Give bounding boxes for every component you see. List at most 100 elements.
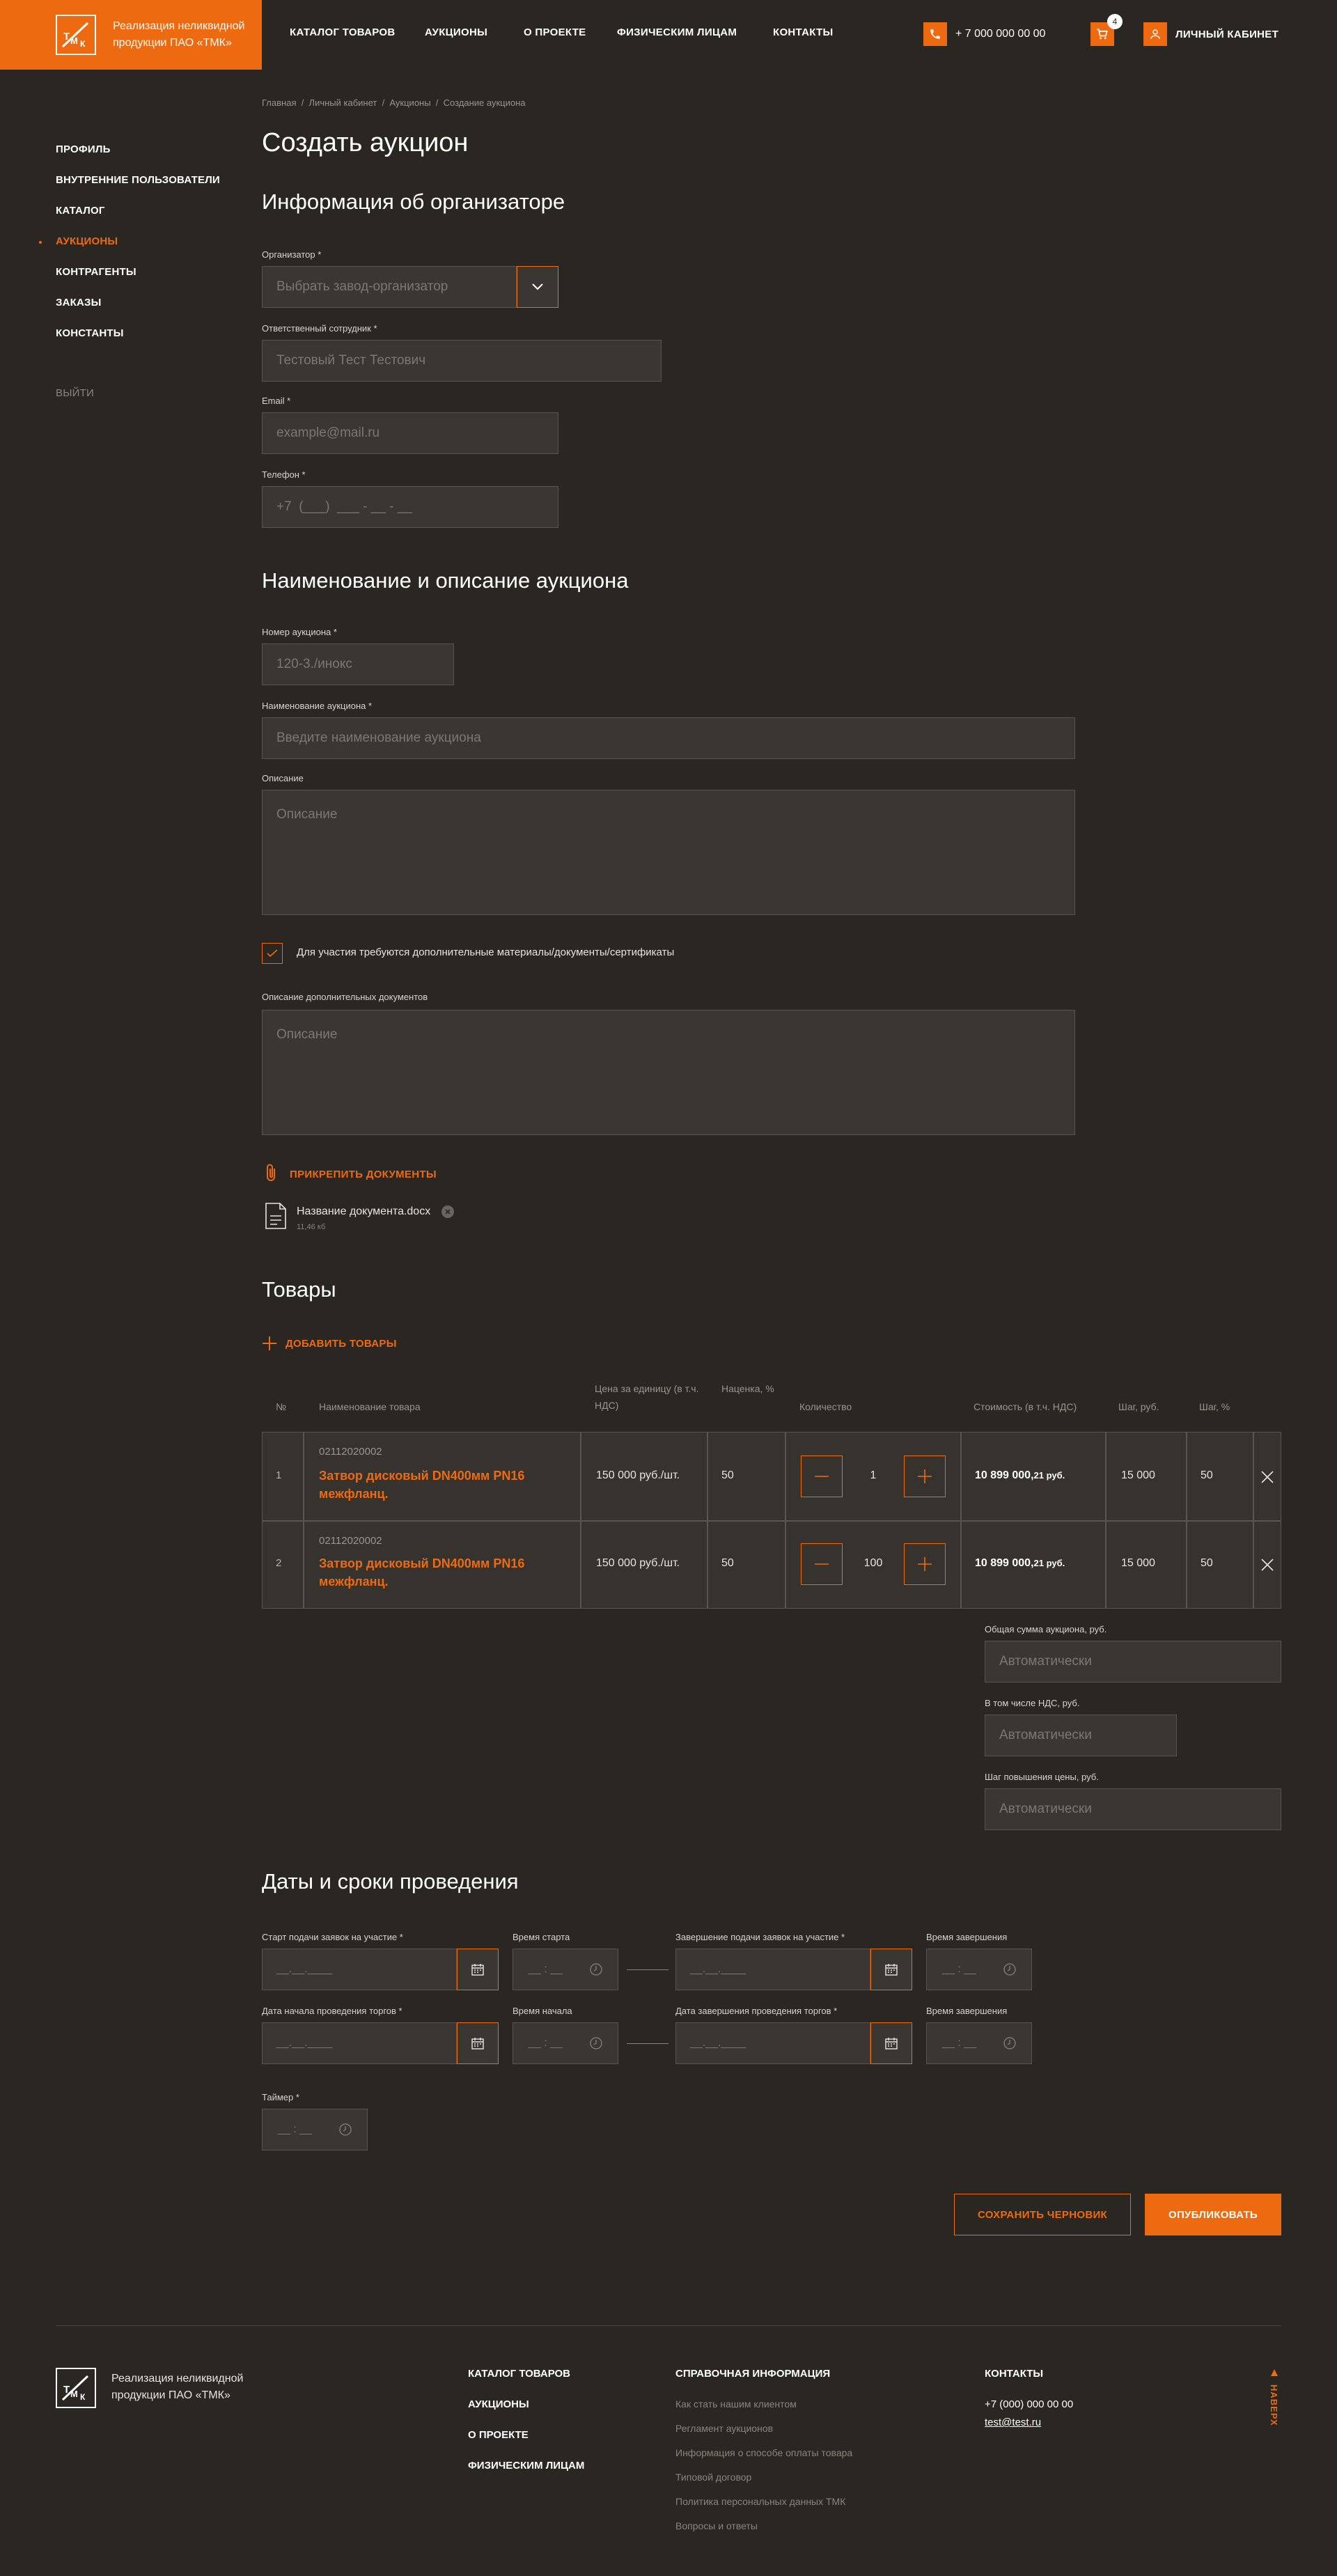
footer-contacts-title: КОНТАКТЫ — [985, 2368, 1044, 2380]
trade-end-label: Дата завершения проведения торгов * — [675, 2006, 838, 2016]
col-markup: Наценка, % — [721, 1383, 774, 1394]
sidebar-item-profile[interactable]: ПРОФИЛЬ — [56, 143, 111, 155]
end-apps-date-input[interactable]: __.__.____ — [675, 1949, 870, 1990]
dates-section-title: Даты и сроки проведения — [262, 1869, 519, 1894]
footer-nav-individuals[interactable]: ФИЗИЧЕСКИМ ЛИЦАМ — [468, 2460, 584, 2472]
calendar-icon[interactable] — [457, 2022, 499, 2064]
logo[interactable]: ТМК Реализация неликвидной продукции ПАО… — [0, 0, 262, 70]
start-time-label: Время старта — [513, 1932, 570, 1942]
calendar-icon[interactable] — [870, 1949, 912, 1990]
footer-info-link[interactable]: Вопросы и ответы — [675, 2520, 758, 2531]
svg-text:М: М — [70, 2389, 78, 2399]
row-qty[interactable]: 1 — [844, 1469, 902, 1482]
trade-start-date-input[interactable]: __.__.____ — [262, 2022, 457, 2064]
row-step-pct: 50 — [1201, 1469, 1213, 1481]
calendar-icon[interactable] — [870, 2022, 912, 2064]
tmk-logo-icon: ТМК — [56, 15, 96, 55]
trade-start-label: Дата начала проведения торгов * — [262, 2006, 402, 2016]
user-icon[interactable] — [1143, 22, 1167, 46]
file-name[interactable]: Название документа.docx — [297, 1205, 430, 1218]
logout-link[interactable]: ВЫЙТИ — [56, 387, 94, 399]
svg-text:К: К — [80, 2392, 86, 2402]
docs-label: Описание дополнительных документов — [262, 992, 428, 1002]
footer-email[interactable]: test@test.ru — [985, 2417, 1041, 2428]
minus-icon[interactable] — [801, 1455, 843, 1497]
sidebar-item-catalog[interactable]: КАТАЛОГ — [56, 205, 105, 217]
row-price: 150 000 руб./шт. — [596, 1469, 680, 1481]
svg-text:Т: Т — [63, 2384, 70, 2396]
page-title: Создать аукцион — [262, 128, 469, 157]
arrow-up-icon[interactable] — [1270, 2368, 1279, 2380]
minus-icon[interactable] — [801, 1543, 843, 1585]
footer-info-link[interactable]: Как стать нашим клиентом — [675, 2398, 797, 2410]
row-product-link[interactable]: Затвор дисковый DN400мм PN16 межфланц. — [319, 1554, 556, 1591]
header-phone[interactable]: + 7 000 000 00 00 — [955, 28, 1045, 40]
calendar-icon[interactable] — [457, 1949, 499, 1990]
close-icon[interactable] — [1261, 1471, 1274, 1487]
row-cost: 10 899 000,21 руб. — [975, 1557, 1065, 1569]
paperclip-icon[interactable] — [265, 1163, 277, 1186]
num-input[interactable]: 120-3./инокс — [262, 643, 454, 685]
footer-nav-auctions[interactable]: АУКЦИОНЫ — [468, 2398, 529, 2410]
plus-icon[interactable] — [904, 1543, 946, 1585]
nav-catalog[interactable]: КАТАЛОГ ТОВАРОВ — [290, 26, 396, 38]
add-goods-link[interactable]: ДОБАВИТЬ ТОВАРЫ — [286, 1338, 397, 1350]
range-dash — [627, 1969, 668, 1970]
plus-icon[interactable] — [904, 1455, 946, 1497]
email-input[interactable]: example@mail.ru — [262, 412, 558, 454]
phone-icon[interactable] — [923, 22, 947, 46]
account-link[interactable]: ЛИЧНЫЙ КАБИНЕТ — [1175, 29, 1279, 40]
footer-info-link[interactable]: Информация о способе оплаты товара — [675, 2447, 852, 2458]
nav-auctions[interactable]: АУКЦИОНЫ — [425, 26, 487, 38]
plus-icon[interactable] — [262, 1336, 277, 1355]
footer-nav-catalog[interactable]: КАТАЛОГ ТОВАРОВ — [468, 2368, 570, 2380]
total-label: Общая сумма аукциона, руб. — [985, 1624, 1107, 1634]
footer-info-title: СПРАВОЧНАЯ ИНФОРМАЦИЯ — [675, 2368, 831, 2380]
raise-input: Автоматически — [985, 1788, 1281, 1830]
nav-about[interactable]: О ПРОЕКТЕ — [524, 26, 586, 38]
footer-nav-about[interactable]: О ПРОЕКТЕ — [468, 2429, 529, 2441]
docs-checkbox[interactable] — [262, 943, 283, 964]
row-num: 2 — [276, 1557, 282, 1569]
docs-textarea[interactable]: Описание — [262, 1010, 1075, 1135]
chevron-down-icon[interactable] — [517, 266, 558, 308]
tmk-logo-icon[interactable]: ТМК — [56, 2368, 96, 2408]
breadcrumb[interactable]: Главная / Личный кабинет / Аукционы / Со… — [262, 97, 526, 108]
cart-badge: 4 — [1107, 14, 1123, 29]
clock-icon — [338, 2123, 352, 2140]
vat-input: Автоматически — [985, 1715, 1177, 1756]
org-select[interactable]: Выбрать завод-организатор — [262, 266, 517, 308]
start-apps-date-input[interactable]: __.__.____ — [262, 1949, 457, 1990]
phone-label: Телефон * — [262, 469, 306, 480]
sidebar-item-orders[interactable]: ЗАКАЗЫ — [56, 297, 102, 309]
nav-individuals[interactable]: ФИЗИЧЕСКИМ ЛИЦАМ — [617, 26, 737, 38]
footer-info-link[interactable]: Политика персональных данных ТМК — [675, 2496, 845, 2507]
nav-contacts[interactable]: КОНТАКТЫ — [773, 26, 833, 38]
phone-input[interactable]: +7 (___) ___ - __ - __ — [262, 486, 558, 528]
footer-info-link[interactable]: Типовой договор — [675, 2472, 751, 2483]
vat-label: В том числе НДС, руб. — [985, 1698, 1080, 1708]
sidebar-item-auctions[interactable]: АУКЦИОНЫ — [56, 235, 118, 247]
publish-button[interactable]: ОПУБЛИКОВАТЬ — [1145, 2194, 1281, 2235]
row-qty[interactable]: 100 — [844, 1557, 902, 1570]
remove-file-icon[interactable] — [441, 1205, 454, 1218]
sidebar-item-internal-users[interactable]: ВНУТРЕННИЕ ПОЛЬЗОВАТЕЛИ — [56, 174, 220, 186]
attach-docs-link[interactable]: ПРИКРЕПИТЬ ДОКУМЕНТЫ — [290, 1169, 437, 1180]
trade-end-date-input[interactable]: __.__.____ — [675, 2022, 870, 2064]
file-size: 11,46 кб — [297, 1223, 326, 1231]
resp-input[interactable]: Тестовый Тест Тестович — [262, 340, 662, 382]
clock-icon — [589, 1962, 603, 1980]
footer-phone[interactable]: +7 (000) 000 00 00 — [985, 2398, 1073, 2410]
goods-section-title: Товары — [262, 1277, 336, 1302]
desc-textarea[interactable]: Описание — [262, 790, 1075, 915]
footer-info-link[interactable]: Регламент аукционов — [675, 2423, 773, 2434]
svg-text:М: М — [70, 36, 78, 46]
sidebar-item-contractors[interactable]: КОНТРАГЕНТЫ — [56, 266, 136, 278]
docs-checkbox-label[interactable]: Для участия требуются дополнительные мат… — [297, 946, 674, 958]
save-draft-button[interactable]: СОХРАНИТЬ ЧЕРНОВИК — [954, 2194, 1131, 2235]
row-product-link[interactable]: Затвор дисковый DN400мм PN16 межфланц. — [319, 1467, 556, 1503]
sidebar-item-constants[interactable]: КОНСТАНТЫ — [56, 327, 124, 339]
name-input[interactable]: Введите наименование аукциона — [262, 717, 1075, 759]
close-icon[interactable] — [1261, 1559, 1274, 1575]
scroll-top-link[interactable]: НАВЕРХ — [1269, 2384, 1279, 2426]
